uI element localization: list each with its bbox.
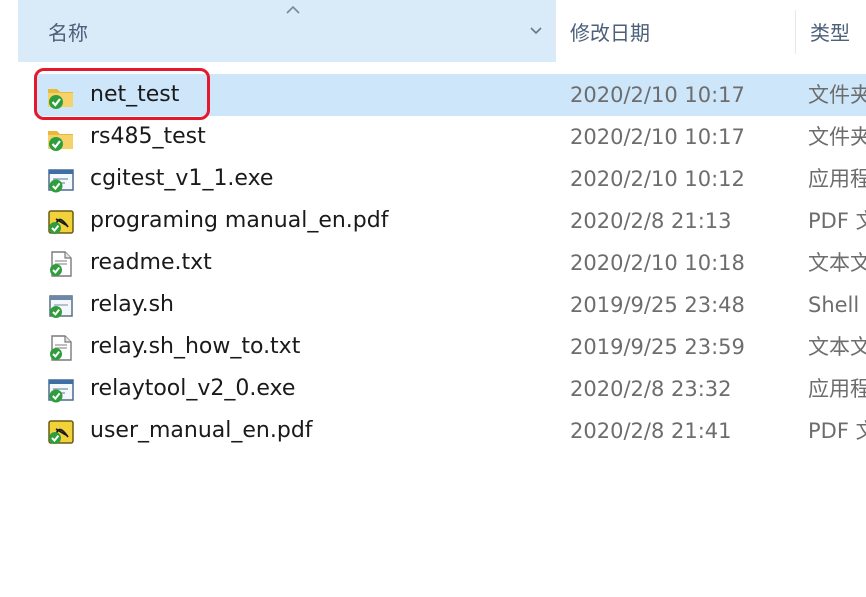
file-type: 文件夹	[808, 83, 866, 107]
file-modified-date: 2020/2/10 10:12	[570, 167, 745, 191]
annotation-red-box	[34, 68, 210, 120]
file-modified-date: 2020/2/8 23:32	[570, 377, 732, 401]
column-header-date[interactable]: 修改日期	[556, 0, 796, 62]
column-header-type[interactable]: 类型	[796, 0, 866, 62]
file-row[interactable]: relay.sh 2019/9/25 23:48 Shell	[0, 284, 866, 326]
file-name[interactable]: programing manual_en.pdf	[90, 200, 388, 242]
folder-icon	[46, 123, 76, 153]
pdf-icon	[46, 417, 76, 447]
chevron-down-icon[interactable]	[528, 22, 544, 38]
file-modified-date: 2020/2/8 21:41	[570, 419, 732, 443]
file-type: PDF 文件	[808, 419, 866, 443]
file-row[interactable]: relaytool_v2_0.exe 2020/2/8 23:32 应用程序	[0, 368, 866, 410]
file-row[interactable]: cgitest_v1_1.exe 2020/2/10 10:12 应用程序	[0, 158, 866, 200]
pdf-icon	[46, 207, 76, 237]
file-name[interactable]: relay.sh	[90, 284, 174, 326]
file-name[interactable]: relaytool_v2_0.exe	[90, 368, 295, 410]
file-row[interactable]: rs485_test 2020/2/10 10:17 文件夹	[0, 116, 866, 158]
file-name[interactable]: relay.sh_how_to.txt	[90, 326, 300, 368]
file-row[interactable]: readme.txt 2020/2/10 10:18 文本文档	[0, 242, 866, 284]
file-row[interactable]: programing manual_en.pdf 2020/2/8 21:13 PD…	[0, 200, 866, 242]
file-type: Shell	[808, 293, 860, 317]
file-type: 文本文档	[808, 335, 866, 359]
txt-icon	[46, 333, 76, 363]
file-type: 文件夹	[808, 125, 866, 149]
file-modified-date: 2020/2/8 21:13	[570, 209, 732, 233]
file-type: PDF 文件	[808, 209, 866, 233]
file-modified-date: 2020/2/10 10:17	[570, 125, 745, 149]
exe-icon	[46, 165, 76, 195]
file-list: net_test 2020/2/10 10:17 文件夹 rs485_test 2020…	[0, 68, 866, 452]
file-name[interactable]: cgitest_v1_1.exe	[90, 158, 273, 200]
exe-icon	[46, 375, 76, 405]
file-row[interactable]: net_test 2020/2/10 10:17 文件夹	[0, 68, 866, 120]
file-name[interactable]: rs485_test	[90, 116, 206, 158]
file-row[interactable]: user_manual_en.pdf 2020/2/8 21:41 PDF 文件	[0, 410, 866, 452]
sort-ascending-icon	[286, 6, 300, 14]
file-type: 文本文档	[808, 251, 866, 275]
file-name[interactable]: user_manual_en.pdf	[90, 410, 313, 452]
column-header-date-label: 修改日期	[570, 20, 650, 45]
file-explorer-view: 名称 修改日期 类型 net_test 2020/2/10 10:17 文件夹 rs4…	[0, 0, 866, 597]
file-type: 应用程序	[808, 167, 866, 191]
file-modified-date: 2019/9/25 23:59	[570, 335, 745, 359]
column-header-bar: 名称 修改日期 类型	[0, 0, 866, 62]
file-modified-date: 2020/2/10 10:17	[570, 83, 745, 107]
txt-icon	[46, 249, 76, 279]
file-name[interactable]: readme.txt	[90, 242, 212, 284]
column-header-type-label: 类型	[810, 20, 850, 45]
file-row[interactable]: relay.sh_how_to.txt 2019/9/25 23:59 文本文档	[0, 326, 866, 368]
column-header-name-label: 名称	[48, 20, 88, 45]
file-modified-date: 2020/2/10 10:18	[570, 251, 745, 275]
file-modified-date: 2019/9/25 23:48	[570, 293, 745, 317]
script-icon	[46, 291, 76, 321]
file-type: 应用程序	[808, 377, 866, 401]
